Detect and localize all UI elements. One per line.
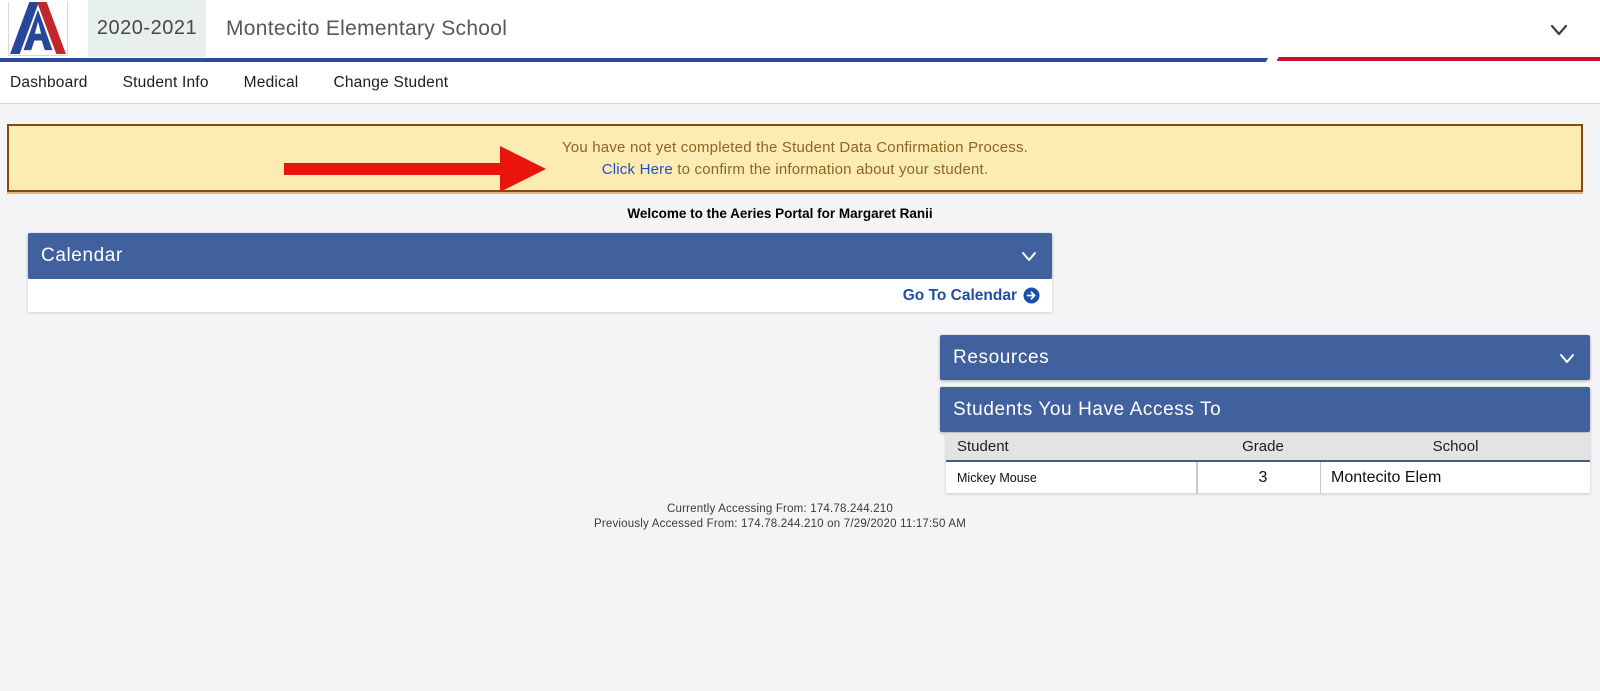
previous-access-text: Previously Accessed From: 174.78.244.210… [593, 518, 967, 530]
nav-item-dashboard[interactable]: Dashboard [10, 74, 88, 92]
go-to-calendar-label: Go To Calendar [902, 286, 1017, 304]
arrow-right-circle-icon [1023, 287, 1040, 304]
main-nav: Dashboard Student Info Medical Change St… [0, 63, 1600, 104]
resources-title: Resources [953, 346, 1050, 368]
click-here-link[interactable]: Click Here [602, 161, 673, 178]
divider-red-segment [1277, 57, 1600, 61]
top-bar: 2020-2021 Montecito Elementary School [0, 0, 1600, 57]
chevron-down-icon[interactable] [1020, 249, 1038, 263]
cell-gap [1196, 462, 1206, 493]
student-school-cell: Montecito Elem [1321, 462, 1590, 493]
access-info-footer: Currently Accessing From: 174.78.244.210… [0, 502, 1560, 532]
aeries-logo[interactable] [8, 2, 68, 56]
data-confirmation-banner: You have not yet completed the Student D… [7, 124, 1583, 192]
column-gap [1196, 433, 1206, 462]
students-access-table: Student Grade School Mickey Mouse 3 Mont… [946, 433, 1590, 493]
school-name-title: Montecito Elementary School [226, 16, 508, 40]
banner-line2-rest: to confirm the information about your st… [672, 160, 989, 178]
current-access-text: Currently Accessing From: 174.78.244.210 [667, 503, 893, 515]
students-access-title: Students You Have Access To [953, 398, 1222, 420]
aeries-portal-page: 2020-2021 Montecito Elementary School Da… [0, 0, 1600, 691]
banner-line1: You have not yet completed the Student D… [561, 138, 1029, 156]
chevron-down-icon[interactable] [1548, 20, 1570, 40]
student-grade-cell: 3 [1206, 462, 1320, 493]
banner-line2: Click Here to confirm the information ab… [602, 161, 989, 178]
school-year-selector[interactable]: 2020-2021 [88, 0, 206, 57]
calendar-panel-body: Go To Calendar [28, 279, 1052, 312]
student-name-cell[interactable]: Mickey Mouse [946, 462, 1196, 493]
go-to-calendar-link[interactable]: Go To Calendar [903, 287, 1040, 305]
column-header-student: Student [946, 433, 1196, 462]
nav-item-change-student[interactable]: Change Student [333, 74, 448, 92]
students-access-panel-header: Students You Have Access To [940, 387, 1590, 432]
welcome-message: Welcome to the Aeries Portal for Margare… [627, 206, 933, 221]
nav-item-student-info[interactable]: Student Info [123, 74, 209, 92]
column-header-school: School [1321, 433, 1590, 462]
nav-item-medical[interactable]: Medical [244, 74, 299, 92]
calendar-panel-header[interactable]: Calendar [28, 233, 1052, 279]
resources-panel-header[interactable]: Resources [940, 335, 1590, 380]
column-header-grade: Grade [1206, 433, 1320, 462]
divider-blue-segment [0, 58, 1270, 62]
calendar-title: Calendar [41, 245, 123, 266]
aeries-logo-icon [10, 2, 66, 54]
chevron-down-icon[interactable] [1558, 351, 1576, 365]
